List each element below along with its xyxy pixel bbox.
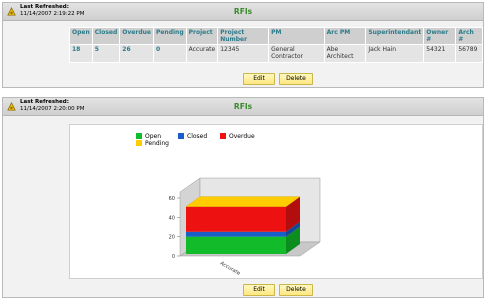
bar-segment-front [186, 236, 286, 254]
column-header: Arc PM [323, 27, 367, 45]
panel-title: RFIs [233, 102, 253, 111]
column-header: Closed [91, 27, 121, 45]
y-axis-tick-label: 60 [169, 196, 175, 202]
delete-button[interactable]: Delete [279, 284, 313, 296]
x-axis-category-label: Accurate [219, 261, 241, 277]
column-header: Superintendant [365, 27, 425, 45]
bar-segment-front [186, 206, 286, 232]
table-cell: Jack Hain [365, 44, 425, 63]
table-row[interactable]: 18 5 26 0 Accurate 12345 General Contractor Abe… [69, 44, 483, 63]
column-header: Project [185, 27, 219, 45]
bar-segment-front [186, 231, 286, 237]
column-header: Arch # [455, 27, 483, 45]
y-axis-tick-label: 0 [172, 254, 175, 260]
panel-title: RFIs [233, 7, 253, 16]
rfi-table-panel: Last Refreshed: 11/14/2007 2:19:22 PM RF… [2, 2, 484, 88]
column-header: Owner # [423, 27, 457, 45]
table-cell: 56789 [455, 44, 483, 63]
panel-header: Last Refreshed: 11/14/2007 2:19:22 PM RF… [3, 3, 483, 21]
table-cell: 54321 [423, 44, 457, 63]
bar-top-face [185, 196, 301, 207]
y-axis-tick-label: 20 [169, 235, 175, 241]
table-header-row: Open Closed Overdue Pending Project Project N… [69, 27, 483, 45]
column-header: Project Number [217, 27, 270, 45]
table-cell: 0 [152, 44, 187, 63]
column-header: Overdue [119, 27, 154, 45]
delete-button[interactable]: Delete [279, 73, 313, 85]
rfi-summary-table: Open Closed Overdue Pending Project Project N… [69, 27, 483, 63]
y-axis-tick-label: 40 [169, 215, 175, 221]
column-header: PM [268, 27, 325, 45]
table-cell: 12345 [217, 44, 270, 63]
column-header: Open [69, 27, 93, 45]
table-cell: 26 [119, 44, 154, 63]
column-header: Pending [152, 27, 187, 45]
table-cell: Accurate [185, 44, 219, 63]
edit-button[interactable]: Edit [243, 73, 275, 85]
rfi-chart: 0 20 40 60 Accurate [169, 177, 321, 277]
table-cell: Abe Architect [323, 44, 367, 63]
rfi-chart-panel: Last Refreshed: 11/14/2007 2:20:00 PM RF… [2, 97, 484, 298]
chart-area: Open Closed Overdue Pending 0 20 40 60 Accurate [69, 124, 483, 279]
table-cell: General Contractor [268, 44, 325, 63]
panel-header: Last Refreshed: 11/14/2007 2:20:00 PM RF… [3, 98, 483, 116]
edit-button[interactable]: Edit [243, 284, 275, 296]
table-cell: 5 [91, 44, 121, 63]
table-cell: 18 [69, 44, 93, 63]
